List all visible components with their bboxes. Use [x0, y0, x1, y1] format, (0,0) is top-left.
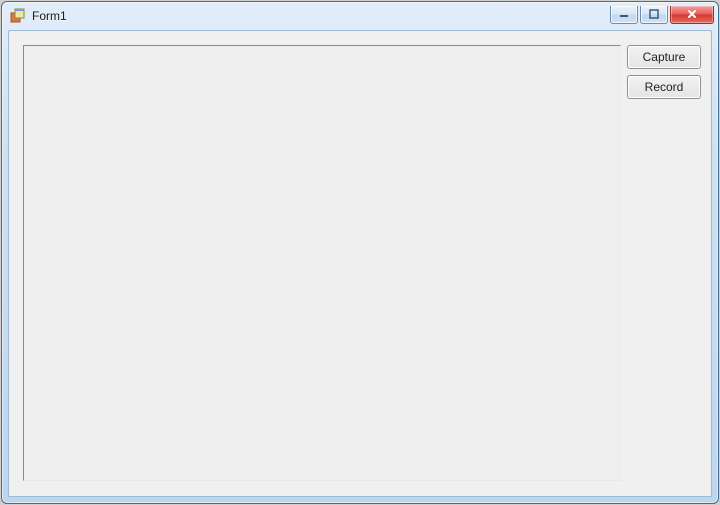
record-button[interactable]: Record: [627, 75, 701, 99]
side-button-panel: Capture Record: [627, 45, 701, 99]
app-icon: [10, 8, 26, 24]
minimize-button[interactable]: [610, 6, 638, 24]
titlebar[interactable]: Form1: [2, 2, 718, 30]
close-button[interactable]: [670, 6, 714, 24]
window-title: Form1: [32, 9, 610, 23]
client-area: Capture Record: [8, 30, 712, 497]
app-window: Form1 Capture Record: [1, 1, 719, 504]
picture-box: [23, 45, 621, 481]
maximize-button[interactable]: [640, 6, 668, 24]
window-controls: [610, 6, 714, 24]
capture-button[interactable]: Capture: [627, 45, 701, 69]
